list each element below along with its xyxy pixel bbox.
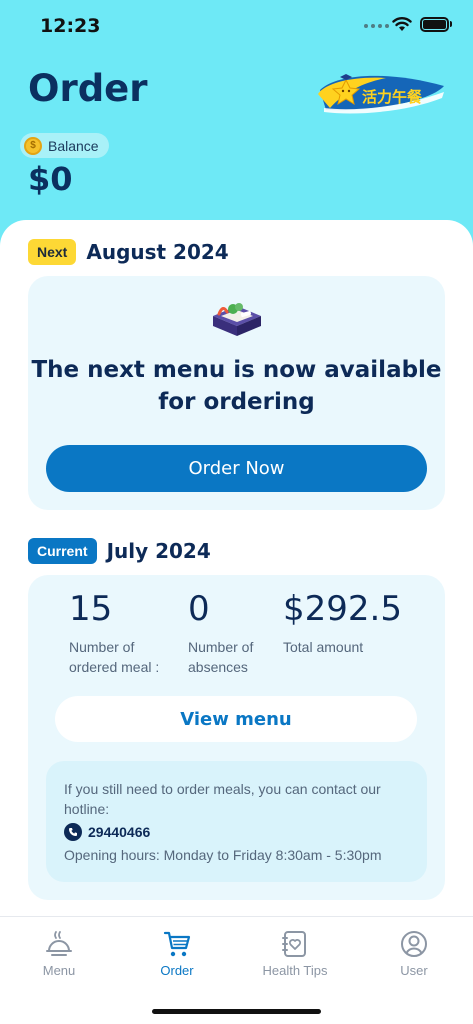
next-month: August 2024 [86,240,229,264]
next-section-header: Next August 2024 [28,239,229,265]
balance-label: Balance [48,137,99,154]
tab-label: Menu [42,963,76,978]
next-menu-card: The next menu is now available for order… [28,276,445,510]
stat-label: Total amount [283,639,364,655]
tab-bar: Menu Order Health Tips User [0,916,473,1024]
status-time: 12:23 [40,15,101,37]
phone-icon [64,823,82,841]
tab-label: User [400,963,428,978]
bento-box-icon [213,303,261,336]
tab-order[interactable]: Order [127,929,227,978]
cellular-icon [364,24,389,28]
health-book-icon [282,931,306,957]
battery-icon [420,17,449,32]
stat-label: Number of absences [188,639,254,675]
tab-user[interactable]: User [364,929,464,978]
home-indicator [152,1009,321,1014]
balance-chip: $ Balance [20,133,109,158]
stat-total-amount: $292.5 Total amount [283,589,402,657]
tab-label: Health Tips [262,963,328,978]
status-bar: 12:23 [0,0,473,54]
stat-ordered-meals: 15 Number of ordered meal : [69,589,159,677]
coin-icon: $ [24,136,42,155]
hotline[interactable]: 29440466 [64,823,409,841]
stat-value: 15 [69,589,113,629]
logo-text: 活力午餐 [362,88,423,106]
stat-value: $292.5 [283,589,402,629]
view-menu-button[interactable]: View menu [55,696,417,742]
balance-value: $0 [28,160,73,198]
order-now-button[interactable]: Order Now [46,445,427,492]
next-badge: Next [28,239,77,265]
stat-absences: 0 Number of absences [188,589,253,677]
current-month-card: 15 Number of ordered meal : 0 Number of … [28,575,445,900]
current-month: July 2024 [106,539,211,563]
stat-label: Number of ordered meal : [69,639,160,675]
info-text: If you still need to order meals, you ca… [64,781,381,817]
current-section-header: Current July 2024 [28,538,211,564]
cart-icon [163,931,191,957]
dish-icon [46,931,72,956]
brand-logo: 活力午餐 [318,74,444,114]
user-icon [401,931,427,957]
tab-health-tips[interactable]: Health Tips [245,929,345,978]
current-badge: Current [28,538,97,564]
opening-hours: Opening hours: Monday to Friday 8:30am -… [64,847,382,863]
tab-menu[interactable]: Menu [9,929,109,978]
hotline-info-box: If you still need to order meals, you ca… [46,761,427,882]
next-menu-heading: The next menu is now available for order… [31,357,442,415]
hotline-number[interactable]: 29440466 [88,824,150,840]
page-title: Order [28,67,148,110]
wifi-icon [392,17,412,31]
tab-label: Order [160,963,194,978]
stat-value: 0 [188,589,210,629]
